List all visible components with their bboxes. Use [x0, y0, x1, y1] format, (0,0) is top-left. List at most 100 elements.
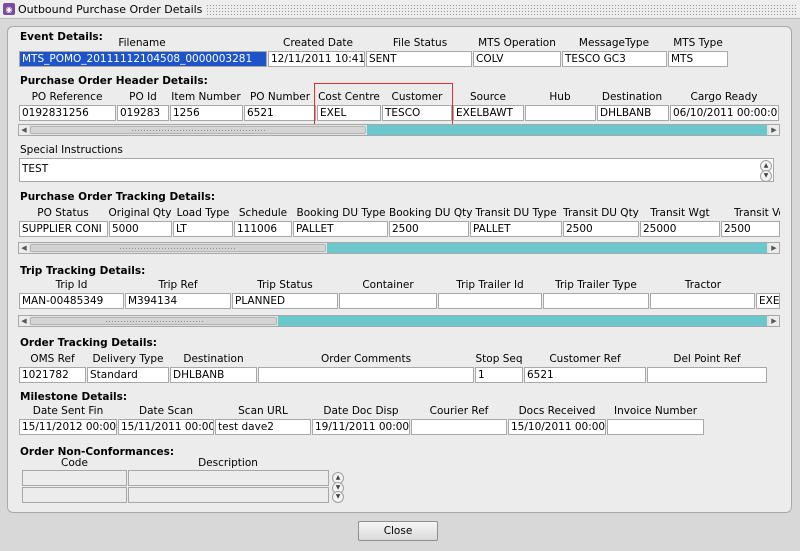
item-number-field[interactable]: 1256 — [170, 105, 243, 121]
trip-trailer-type-field[interactable] — [543, 293, 649, 309]
scroll-right-arrow-icon[interactable]: ▶ — [769, 316, 779, 326]
date-scan-field[interactable]: 15/11/2011 00:00:0 — [118, 419, 214, 435]
mts-type-field[interactable]: MTS — [668, 51, 728, 67]
destination-field[interactable]: DHLBANB — [597, 105, 669, 121]
scroll-left-arrow-icon[interactable]: ◀ — [19, 316, 29, 326]
scroll-right-arrow-icon[interactable]: ▶ — [769, 125, 779, 135]
po-reference-field[interactable]: 0192831256 — [19, 105, 116, 121]
event-details-heading: Event Details: — [20, 31, 103, 43]
scan-url-label: Scan URL — [238, 405, 288, 417]
source-label: Source — [469, 91, 507, 103]
transit-wgt-field[interactable]: 25000 — [640, 221, 720, 237]
transit-du-qty-field[interactable]: 2500 — [563, 221, 639, 237]
scroll-left-arrow-icon[interactable]: ◀ — [19, 243, 29, 253]
date-sent-fin-field[interactable]: 15/11/2012 00:00:0 — [19, 419, 117, 435]
description-field-row-2[interactable] — [128, 487, 329, 503]
special-instructions-field[interactable]: TEST — [19, 158, 774, 182]
scroll-right-arrow-icon[interactable]: ▶ — [769, 243, 779, 253]
code-field-row-1[interactable] — [22, 470, 127, 486]
order-destination-field[interactable]: DHLBANB — [170, 367, 257, 383]
container-label: Container — [362, 279, 414, 291]
trip-tracking-heading: Trip Tracking Details: — [20, 265, 146, 277]
scroll-thumb[interactable] — [30, 244, 326, 252]
stop-seq-field[interactable]: 1 — [475, 367, 523, 383]
cargo-ready-field[interactable]: 06/10/2011 00:00:00 — [670, 105, 779, 121]
invoice-number-field[interactable] — [607, 419, 704, 435]
scan-url-field[interactable]: test dave2 — [215, 419, 311, 435]
nonconf-scroll-down-icon[interactable]: ▼ — [332, 491, 344, 503]
schedule-field[interactable]: 111006 — [234, 221, 292, 237]
oms-ref-field[interactable]: 1021782 — [19, 367, 86, 383]
trip-id-label: Trip Id — [55, 279, 88, 291]
date-doc-disp-field[interactable]: 19/11/2011 00:00:0 — [312, 419, 410, 435]
po-id-label: PO Id — [129, 91, 157, 103]
po-tracking-hscrollbar[interactable]: ◀ ▶ — [18, 242, 780, 254]
stop-seq-label: Stop Seq — [475, 353, 523, 365]
tractor-field[interactable] — [650, 293, 755, 309]
booking-du-type-field[interactable]: PALLET — [293, 221, 388, 237]
invoice-number-label: Invoice Number — [613, 405, 698, 417]
transit-vol-label: Transit Vo — [734, 207, 780, 219]
po-header-hscrollbar[interactable]: ◀ ▶ — [18, 124, 780, 136]
description-field-row-1[interactable] — [128, 470, 329, 486]
delivery-type-field[interactable]: Standard — [87, 367, 169, 383]
courier-ref-field[interactable] — [411, 419, 507, 435]
trip-trailer-id-label: Trip Trailer Id — [456, 279, 524, 291]
courier-ref-label: Courier Ref — [429, 405, 489, 417]
del-point-ref-label: Del Point Ref — [673, 353, 741, 365]
trip-trailer-id-field[interactable] — [438, 293, 542, 309]
date-sent-fin-label: Date Sent Fin — [32, 405, 104, 417]
trip-trailer-type-label: Trip Trailer Type — [555, 279, 637, 291]
title-bar-drag-area[interactable] — [206, 3, 796, 15]
scroll-left-arrow-icon[interactable]: ◀ — [19, 125, 29, 135]
docs-received-label: Docs Received — [518, 405, 596, 417]
close-button[interactable]: Close — [358, 521, 438, 541]
created-date-field[interactable]: 12/11/2011 10:41:3 — [268, 51, 365, 67]
po-status-field[interactable]: SUPPLIER CONI — [19, 221, 108, 237]
window-title: Outbound Purchase Order Details — [18, 2, 203, 16]
po-header-heading: Purchase Order Header Details: — [20, 75, 208, 87]
code-field-row-2[interactable] — [22, 487, 127, 503]
mts-type-label: MTS Type — [673, 37, 723, 49]
app-icon: ◉ — [3, 3, 15, 15]
docs-received-field[interactable]: 15/10/2011 00:00:0 — [508, 419, 606, 435]
po-tracking-heading: Purchase Order Tracking Details: — [20, 191, 216, 203]
order-comments-field[interactable] — [258, 367, 474, 383]
filename-field[interactable]: MTS_POMO_20111112104508_0000003281 — [19, 51, 267, 67]
delivery-type-label: Delivery Type — [92, 353, 164, 365]
schedule-label: Schedule — [238, 207, 288, 219]
transit-vol-field[interactable]: 2500 — [721, 221, 780, 237]
scroll-down-icon[interactable]: ▼ — [760, 170, 772, 182]
trip-status-field[interactable]: PLANNED — [232, 293, 338, 309]
mts-operation-field[interactable]: COLV — [473, 51, 561, 67]
message-type-label: MessageType — [578, 37, 650, 49]
created-date-label: Created Date — [283, 37, 353, 49]
source-field[interactable]: EXELBAWT — [453, 105, 524, 121]
scroll-thumb[interactable] — [30, 317, 277, 325]
scroll-track-highlight — [367, 125, 767, 135]
original-qty-field[interactable]: 5000 — [109, 221, 172, 237]
order-tracking-heading: Order Tracking Details: — [20, 337, 157, 349]
date-doc-disp-label: Date Doc Disp — [323, 405, 399, 417]
tractor-label: Tractor — [684, 279, 722, 291]
load-type-label: Load Type — [176, 207, 230, 219]
special-instructions-label: Special Instructions — [20, 144, 123, 156]
po-number-field[interactable]: 6521 — [244, 105, 316, 121]
po-id-field[interactable]: 019283 — [117, 105, 169, 121]
del-point-ref-field[interactable] — [647, 367, 767, 383]
trip-id-field[interactable]: MAN-00485349 — [19, 293, 124, 309]
trip-ref-field[interactable]: M394134 — [125, 293, 231, 309]
booking-du-qty-field[interactable]: 2500 — [389, 221, 469, 237]
container-field[interactable] — [339, 293, 437, 309]
transit-du-type-field[interactable]: PALLET — [470, 221, 562, 237]
file-status-field[interactable]: SENT — [366, 51, 472, 67]
load-type-field[interactable]: LT — [173, 221, 233, 237]
message-type-field[interactable]: TESCO GC3 — [562, 51, 667, 67]
original-qty-label: Original Qty — [108, 207, 172, 219]
hub-field[interactable] — [525, 105, 596, 121]
trip-tracking-hscrollbar[interactable]: ◀ ▶ — [18, 315, 780, 327]
scroll-thumb[interactable] — [30, 126, 366, 134]
trip-extra-field[interactable]: EXE — [756, 293, 780, 309]
date-scan-label: Date Scan — [139, 405, 193, 417]
customer-ref-field[interactable]: 6521 — [524, 367, 646, 383]
